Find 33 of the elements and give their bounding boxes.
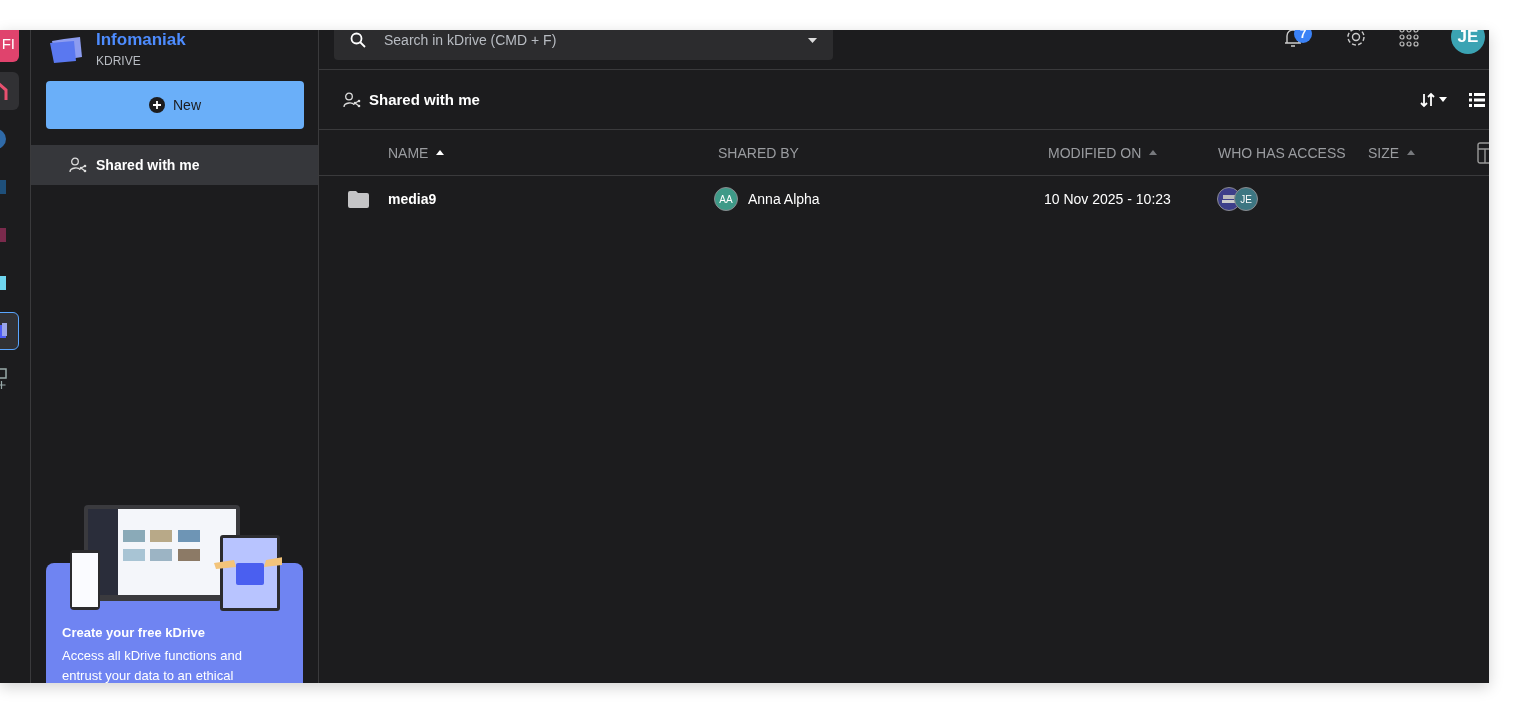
user-avatar: AA — [714, 187, 738, 211]
shared-user-icon — [69, 157, 87, 173]
owner-name: Anna Alpha — [748, 191, 820, 207]
settings-icon[interactable] — [1345, 30, 1367, 48]
caret-icon — [1439, 97, 1447, 102]
page-title: Shared with me — [369, 91, 480, 108]
promo-title: Create your free kDrive — [62, 625, 207, 640]
notifications-button[interactable]: 7 — [1283, 30, 1313, 53]
caret-icon — [808, 37, 817, 43]
folder-logo-icon — [50, 35, 84, 63]
sidebar-item[interactable]: Shared with me — [31, 145, 318, 185]
shared-user-icon — [343, 91, 361, 108]
search-icon — [350, 32, 366, 48]
promo-text: Access all kDrive functions and entrust your data to an ethical — [62, 647, 243, 683]
user-avatar: JE — [1234, 187, 1258, 211]
notification-count: 7 — [1294, 30, 1312, 43]
search-input[interactable]: Search in kDrive (CMD + F) — [382, 31, 792, 49]
column-header[interactable]: NAME — [388, 144, 445, 161]
sort-button[interactable] — [1420, 91, 1447, 108]
columns-icon[interactable] — [1477, 141, 1489, 164]
new-button[interactable]: New — [46, 81, 304, 129]
column-header[interactable]: MODIFIED ON — [1048, 144, 1158, 161]
search-bar[interactable]: Search in kDrive (CMD + F) — [334, 30, 833, 60]
column-header[interactable]: WHO HAS ACCESS — [1218, 144, 1346, 161]
column-header[interactable]: SHARED BY — [718, 144, 799, 161]
apps-grid-icon[interactable] — [1399, 30, 1419, 47]
modified-date: 10 Nov 2025 - 10:23 — [1044, 191, 1172, 207]
product-name: KDRIVE — [96, 54, 142, 68]
plus-icon — [149, 97, 165, 113]
list-view-icon[interactable] — [1469, 92, 1485, 107]
app-switcher-item[interactable]: FI — [0, 30, 19, 62]
brand-name: Infomaniak — [96, 30, 186, 50]
column-header[interactable]: SIZE — [1368, 144, 1416, 161]
